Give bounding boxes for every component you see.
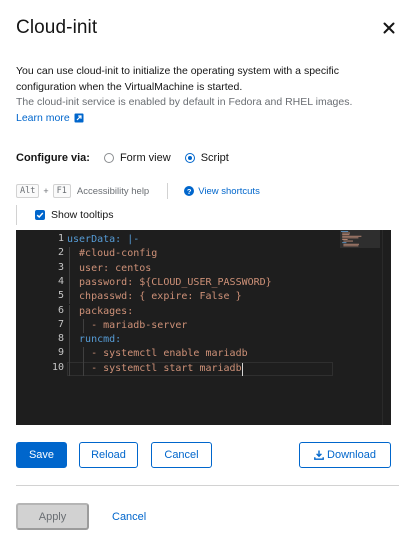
close-icon[interactable] (381, 20, 397, 36)
configure-via-group: Configure via: Form view Script (16, 152, 243, 164)
cloud-init-modal: Cloud-init You can use cloud-init to ini… (0, 0, 414, 544)
code-line: runcmd: (67, 333, 121, 348)
cancel-button[interactable]: Cancel (151, 442, 212, 468)
radio-circle[interactable] (103, 153, 114, 163)
description-note: The cloud-init service is enabled by def… (16, 96, 353, 108)
code-line: user: centos (67, 261, 151, 277)
learn-more-link[interactable]: Learn more (16, 112, 84, 124)
radio-circle[interactable] (184, 153, 195, 163)
reload-button[interactable]: Reload (79, 442, 138, 468)
line-number: 8 (57, 333, 64, 345)
apply-button[interactable]: Apply (16, 503, 89, 530)
line-number: 6 (57, 304, 64, 316)
modal-title: Cloud-init (16, 17, 98, 38)
download-icon (314, 450, 324, 460)
download-button[interactable]: Download (299, 442, 391, 468)
external-link-icon (74, 113, 84, 123)
code-line: - systemctl enable mariadb (67, 347, 248, 362)
code-area[interactable]: userData: |- #cloud-config user: centos … (67, 230, 337, 425)
view-shortcuts-link[interactable]: ? View shortcuts (184, 186, 260, 197)
toolbar-divider (167, 183, 169, 199)
code-line: - systemctl start mariadb (67, 361, 242, 377)
key-alt: Alt (16, 184, 40, 198)
line-number: 5 (57, 290, 64, 302)
footer-cancel-button[interactable]: Cancel (112, 503, 146, 530)
line-number: 3 (57, 261, 64, 273)
footer-divider (16, 485, 399, 486)
code-line: chpasswd: { expire: False } (67, 290, 242, 305)
show-tooltips-label: Show tooltips (51, 209, 114, 221)
line-number: 2 (57, 247, 64, 259)
code-line: #cloud-config (67, 247, 157, 262)
minimap-viewport[interactable] (340, 230, 380, 248)
learn-more-label: Learn more (16, 112, 70, 124)
radio-form-view[interactable]: Form view (103, 152, 171, 164)
show-tooltips-row: Show tooltips (16, 205, 113, 225)
editor-scrollbar[interactable] (382, 230, 391, 425)
show-tooltips-checkbox[interactable] (35, 210, 45, 220)
line-number: 1 (57, 233, 64, 244)
code-line: password: ${CLOUD_USER_PASSWORD} (67, 275, 272, 291)
editor-actions: Save Reload Cancel Download (16, 442, 391, 468)
description-line: You can use cloud-init to initialize the… (16, 65, 339, 77)
line-number-gutter: 1 2 3 4 5 6 7 8 9 10 (16, 230, 66, 425)
key-f1: F1 (52, 184, 71, 198)
line-number: 9 (57, 347, 64, 359)
modal-description: You can use cloud-init to initialize the… (16, 64, 401, 111)
radio-script[interactable]: Script (184, 152, 229, 164)
line-number: 10 (51, 361, 64, 373)
code-line: - mariadb-server (67, 318, 187, 334)
description-line: configuration when the VirtualMachine is… (16, 80, 243, 93)
accessibility-help-text: Accessibility help (76, 185, 150, 197)
line-number: 7 (57, 318, 64, 330)
editor-toolbar: Alt + F1 Accessibility help ? View short… (16, 183, 260, 199)
code-line: userData: |- (67, 234, 140, 245)
toolbar-divider (16, 205, 17, 225)
line-number: 4 (57, 275, 64, 287)
code-editor[interactable]: 1 2 3 4 5 6 7 8 9 10 userData: |- #cloud-config u… (16, 230, 391, 425)
configure-via-label: Configure via: (16, 152, 90, 164)
view-shortcuts-label: View shortcuts (198, 185, 260, 197)
help-icon: ? (184, 186, 195, 196)
radio-label: Script (200, 152, 229, 164)
code-line: packages: (67, 304, 133, 320)
key-plus: + (43, 186, 49, 196)
save-button[interactable]: Save (16, 442, 67, 468)
download-label: Download (327, 449, 376, 461)
radio-label: Form view (119, 152, 171, 164)
text-cursor (241, 362, 243, 376)
